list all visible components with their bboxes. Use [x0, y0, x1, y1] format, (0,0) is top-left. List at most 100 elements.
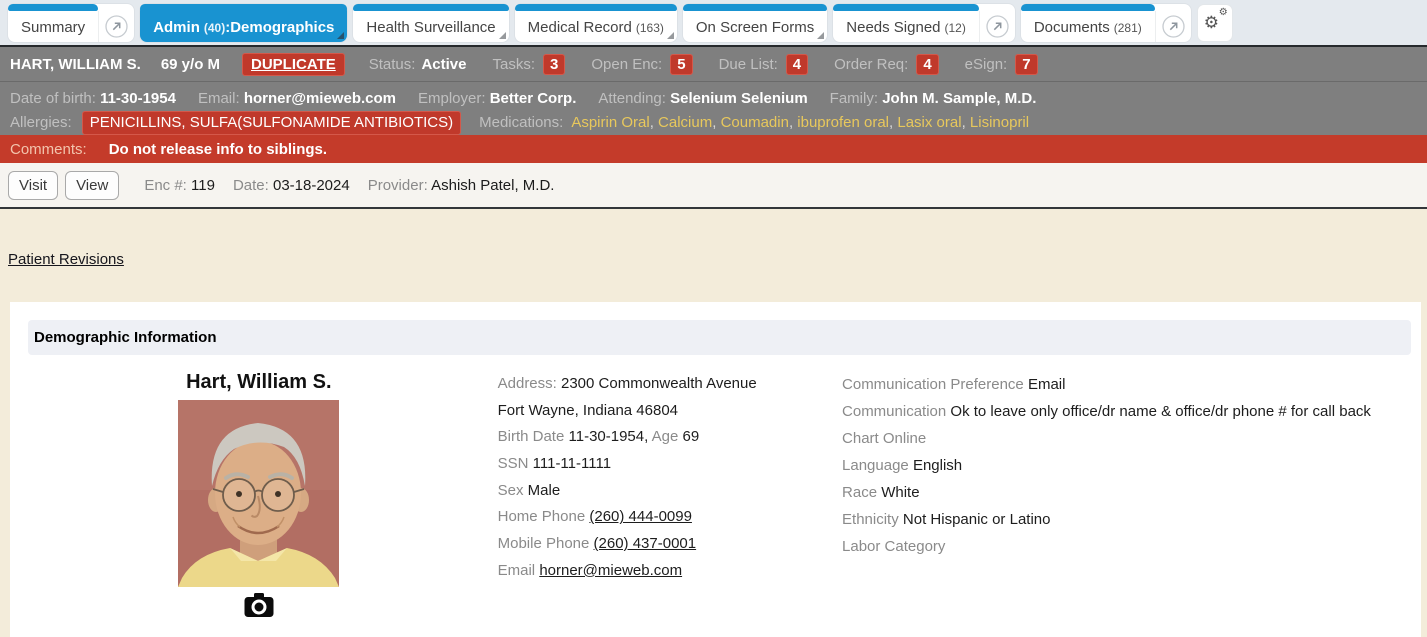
documents-popout-button[interactable]: [1155, 11, 1191, 42]
needs-signed-popout-button[interactable]: [979, 11, 1015, 42]
open-enc-count-badge[interactable]: 5: [670, 54, 692, 75]
tab-documents-label: Documents: [1034, 19, 1110, 36]
visit-button[interactable]: Visit: [8, 171, 58, 200]
demographics-content: Hart, William S.: [10, 355, 1421, 623]
ethnicity-label: Ethnicity: [842, 511, 899, 528]
tab-summary-label: Summary: [21, 19, 85, 36]
open-in-new-window-icon: [1162, 15, 1185, 38]
patient-photo: [178, 400, 339, 587]
employer-label: Employer:: [418, 90, 486, 107]
labor-category-field: Labor Category: [842, 533, 1421, 560]
tab-medical-record[interactable]: Medical Record(163): [515, 4, 677, 42]
open-in-new-window-icon: [986, 15, 1009, 38]
contact-info-column: Address: 2300 Commonwealth Avenue Fort W…: [498, 371, 842, 623]
email-link[interactable]: horner@mieweb.com: [539, 562, 682, 579]
medication-link[interactable]: ibuprofen oral: [789, 114, 889, 131]
allergies-badge[interactable]: PENICILLINS, SULFA(SULFONAMIDE ANTIBIOTI…: [82, 111, 461, 135]
family-label: Family:: [830, 90, 878, 107]
medication-link[interactable]: Calcium: [650, 114, 713, 131]
email-field: Email: horner@mieweb.com: [198, 89, 396, 109]
attending-label: Attending:: [598, 90, 666, 107]
attending-value: Selenium Selenium: [670, 90, 808, 107]
medication-link[interactable]: Lisinopril: [962, 114, 1030, 131]
attending-field: Attending: Selenium Selenium: [598, 89, 807, 109]
ethnicity-value: Not Hispanic or Latino: [903, 511, 1051, 528]
tab-medical-record-count: (163): [636, 21, 664, 35]
sex-value: Male: [528, 482, 561, 499]
comments-bar: Comments: Do not release info to sibling…: [0, 135, 1427, 163]
mobile-phone-field: Mobile Phone (260) 437-0001: [498, 531, 842, 558]
tab-documents[interactable]: Documents(281): [1021, 4, 1191, 42]
sex-field: Sex Male: [498, 478, 842, 505]
patient-details-row-1: Date of birth: 11-30-1954 Email: horner@…: [10, 89, 1417, 109]
patient-display-name: Hart, William S.: [150, 371, 368, 394]
address-field: Address: 2300 Commonwealth Avenue Fort W…: [498, 371, 842, 424]
birth-date-label: Birth Date: [498, 428, 565, 445]
duplicate-flag-badge[interactable]: DUPLICATE: [242, 53, 345, 76]
settings-button[interactable]: ⚙ ⚙: [1197, 4, 1233, 42]
due-list-counter: Due List: 4: [719, 54, 809, 75]
enc-provider-label: Provider:: [368, 177, 428, 194]
camera-icon: [243, 592, 275, 619]
communication-preference-label: Communication Preference: [842, 376, 1024, 393]
family-value: John M. Sample, M.D.: [882, 90, 1036, 107]
medication-link[interactable]: Lasix oral: [889, 114, 962, 131]
photo-column: Hart, William S.: [150, 371, 368, 623]
view-button[interactable]: View: [65, 171, 119, 200]
medication-link[interactable]: Aspirin Oral: [571, 114, 649, 131]
tab-admin-suffix: :Demographics: [225, 19, 334, 36]
chevron-down-icon: [817, 32, 824, 39]
patient-header-bar: HART, WILLIAM S. 69 y/o M DUPLICATE Stat…: [0, 45, 1427, 81]
open-in-new-window-icon: [105, 15, 128, 38]
order-req-count-badge[interactable]: 4: [916, 54, 938, 75]
medication-link[interactable]: Coumadin: [712, 114, 789, 131]
demographics-card: Demographic Information Hart, William S.: [10, 302, 1421, 637]
home-phone-label: Home Phone: [498, 508, 586, 525]
birth-date-value: 11-30-1954,: [569, 428, 649, 445]
age-value: 69: [683, 428, 700, 445]
tasks-counter: Tasks: 3: [492, 54, 565, 75]
due-list-label: Due List:: [719, 56, 778, 73]
patient-age-sex: 69 y/o M: [161, 56, 220, 73]
tab-needs-signed[interactable]: Needs Signed(12): [833, 4, 1015, 42]
patient-status: Status: Active: [369, 56, 467, 73]
enc-date-field: Date: 03-18-2024: [233, 177, 350, 194]
esign-label: eSign:: [965, 56, 1008, 73]
tasks-count-badge[interactable]: 3: [543, 54, 565, 75]
address-label: Address:: [498, 375, 557, 392]
enc-number-field: Enc #: 119: [144, 177, 215, 194]
home-phone-link[interactable]: (260) 444-0099: [589, 508, 692, 525]
communication-value: Ok to leave only office/dr name & office…: [950, 403, 1371, 420]
tab-summary[interactable]: Summary: [8, 4, 134, 42]
tab-admin-count: (40): [204, 21, 225, 35]
email-label: Email:: [198, 90, 240, 107]
age-label: Age: [652, 428, 679, 445]
communication-field: Communication Ok to leave only office/dr…: [842, 398, 1421, 425]
race-label: Race: [842, 484, 877, 501]
labor-category-label: Labor Category: [842, 538, 945, 555]
communication-preference-value: Email: [1028, 376, 1066, 393]
ssn-label: SSN: [498, 455, 529, 472]
encounter-bar: Visit View Enc #: 119 Date: 03-18-2024 P…: [0, 163, 1427, 209]
tab-health-surveillance[interactable]: Health Surveillance: [353, 4, 508, 42]
tab-admin-demographics[interactable]: Admin(40):Demographics: [140, 4, 347, 42]
patient-name-header: HART, WILLIAM S.: [10, 56, 141, 73]
section-title: Demographic Information: [28, 320, 1411, 355]
open-enc-counter: Open Enc: 5: [591, 54, 692, 75]
communication-preference-field: Communication Preference Email: [842, 371, 1421, 398]
chevron-down-icon: [667, 32, 674, 39]
email-info-label: Email: [498, 562, 536, 579]
mobile-phone-link[interactable]: (260) 437-0001: [594, 535, 697, 552]
summary-popout-button[interactable]: [98, 11, 134, 42]
language-value: English: [913, 457, 962, 474]
esign-count-badge[interactable]: 7: [1015, 54, 1037, 75]
tab-on-screen-forms[interactable]: On Screen Forms: [683, 4, 827, 42]
tab-health-surveillance-label: Health Surveillance: [366, 19, 495, 36]
mobile-phone-label: Mobile Phone: [498, 535, 590, 552]
status-label: Status:: [369, 56, 416, 73]
gear-small-icon: ⚙: [1219, 7, 1228, 18]
camera-button[interactable]: [150, 592, 368, 623]
due-list-count-badge[interactable]: 4: [786, 54, 808, 75]
enc-date-value: 03-18-2024: [273, 177, 350, 194]
patient-revisions-link[interactable]: Patient Revisions: [8, 251, 124, 268]
